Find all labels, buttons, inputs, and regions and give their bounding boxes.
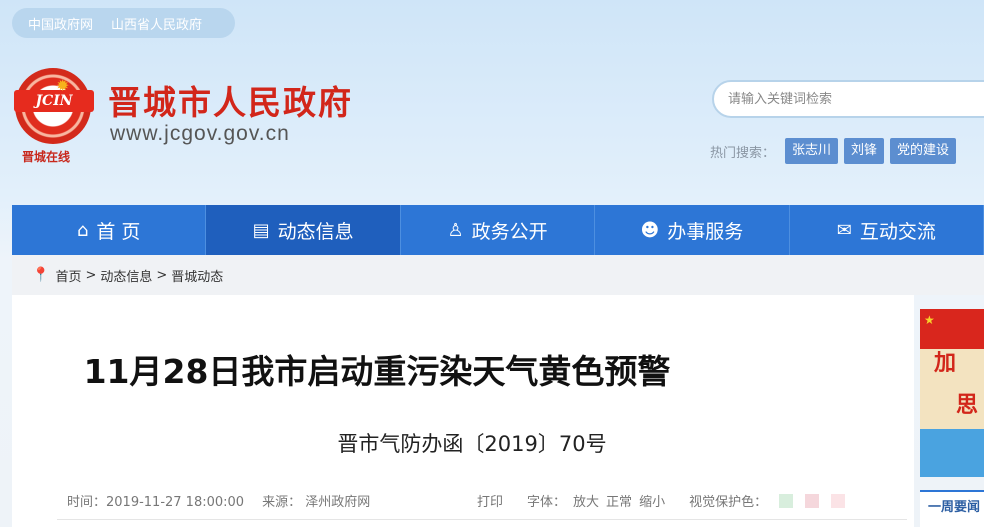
hot-tag[interactable]: 党的建设	[890, 138, 957, 164]
nav-label: 动态信息	[277, 220, 354, 243]
nav-news[interactable]: ▤ 动态信息	[206, 205, 401, 255]
hot-tag[interactable]: 刘锋	[844, 138, 885, 164]
news-icon: ▤	[252, 219, 270, 241]
home-icon: ⌂	[76, 219, 89, 241]
side-banner[interactable]: ★ 加 思	[920, 309, 984, 477]
weekly-news-tab[interactable]: 一周要闻	[920, 490, 984, 527]
crumb-sep: >	[85, 267, 97, 283]
hot-tag[interactable]: 张志川	[785, 138, 839, 164]
nav-label: 办事服务	[667, 220, 744, 243]
nav-label: 政务公开	[471, 220, 548, 243]
nav-public[interactable]: ♙ 政务公开	[401, 205, 596, 255]
banner-text-2: 思	[956, 393, 979, 418]
article: 11月28日我市启动重污染天气黄色预警 晋市气防办函〔2019〕70号 时间：2…	[12, 295, 914, 527]
nav-home[interactable]: ⌂ 首 页	[12, 205, 207, 255]
hot-search-label: 热门搜索：	[710, 145, 776, 161]
hot-search: 热门搜索： 张志川 刘锋 党的建设	[710, 138, 957, 164]
group-icon: ☻	[640, 219, 660, 241]
doc-number: 晋市气防办函〔2019〕70号	[337, 432, 607, 456]
swatch-light-pink[interactable]	[831, 493, 846, 508]
print-button[interactable]: 打印	[477, 491, 503, 510]
chat-icon: ✉	[836, 219, 852, 241]
logo-subtitle: 晋城在线	[22, 150, 71, 164]
logo-text: JCIN	[14, 90, 94, 112]
swatch-pink[interactable]	[805, 493, 820, 508]
divider	[57, 519, 907, 520]
article-meta: 时间：2019-11-27 18:00:00 来源： 泽州政府网	[67, 491, 370, 510]
crumb-home[interactable]: 首页	[55, 266, 81, 285]
nav-label: 互动交流	[859, 220, 936, 243]
star-icon: ★	[924, 313, 935, 327]
location-pin-icon: 📍	[32, 267, 50, 283]
font-large-button[interactable]: 放大	[573, 491, 599, 510]
nav-services[interactable]: ☻ 办事服务	[595, 205, 790, 255]
nav-label: 首 页	[96, 220, 141, 243]
site-title: 晋城市人民政府	[108, 83, 353, 122]
publish-time: 时间：2019-11-27 18:00:00	[67, 495, 245, 510]
article-title: 11月28日我市启动重污染天气黄色预警	[83, 352, 671, 391]
font-small-button[interactable]: 缩小	[639, 491, 665, 510]
article-source: 来源： 泽州政府网	[262, 495, 371, 510]
article-tools: 打印 字体： 放大 正常 缩小 视觉保护色：	[477, 491, 846, 510]
site-url: www.jcgov.gov.cn	[110, 122, 290, 145]
crumb-current[interactable]: 晋城动态	[171, 266, 223, 285]
eye-protect-label: 视觉保护色：	[689, 495, 768, 510]
swatch-green[interactable]	[779, 493, 794, 508]
link-shanxi-gov[interactable]: 山西省人民政府	[111, 14, 202, 33]
main-nav: ⌂ 首 页 ▤ 动态信息 ♙ 政务公开 ☻ 办事服务 ✉ 互动交流	[12, 205, 984, 255]
breadcrumb: 📍 首页 > 动态信息 > 晋城动态	[12, 255, 984, 295]
crumb-sep: >	[156, 267, 168, 283]
site-logo[interactable]: JCIN ✹ 晋城在线	[12, 68, 94, 166]
crumb-news[interactable]: 动态信息	[100, 266, 152, 285]
top-links: 中国政府网 山西省人民政府	[12, 8, 235, 38]
person-icon: ♙	[447, 219, 464, 241]
link-gov-cn[interactable]: 中国政府网	[28, 14, 93, 33]
font-label: 字体：	[527, 495, 567, 510]
search-input[interactable]: 请输入关键词检索	[712, 80, 984, 118]
font-normal-button[interactable]: 正常	[606, 491, 632, 510]
nav-interact[interactable]: ✉ 互动交流	[790, 205, 984, 255]
sun-icon: ✹	[56, 76, 70, 95]
banner-text-1: 加	[934, 351, 957, 376]
